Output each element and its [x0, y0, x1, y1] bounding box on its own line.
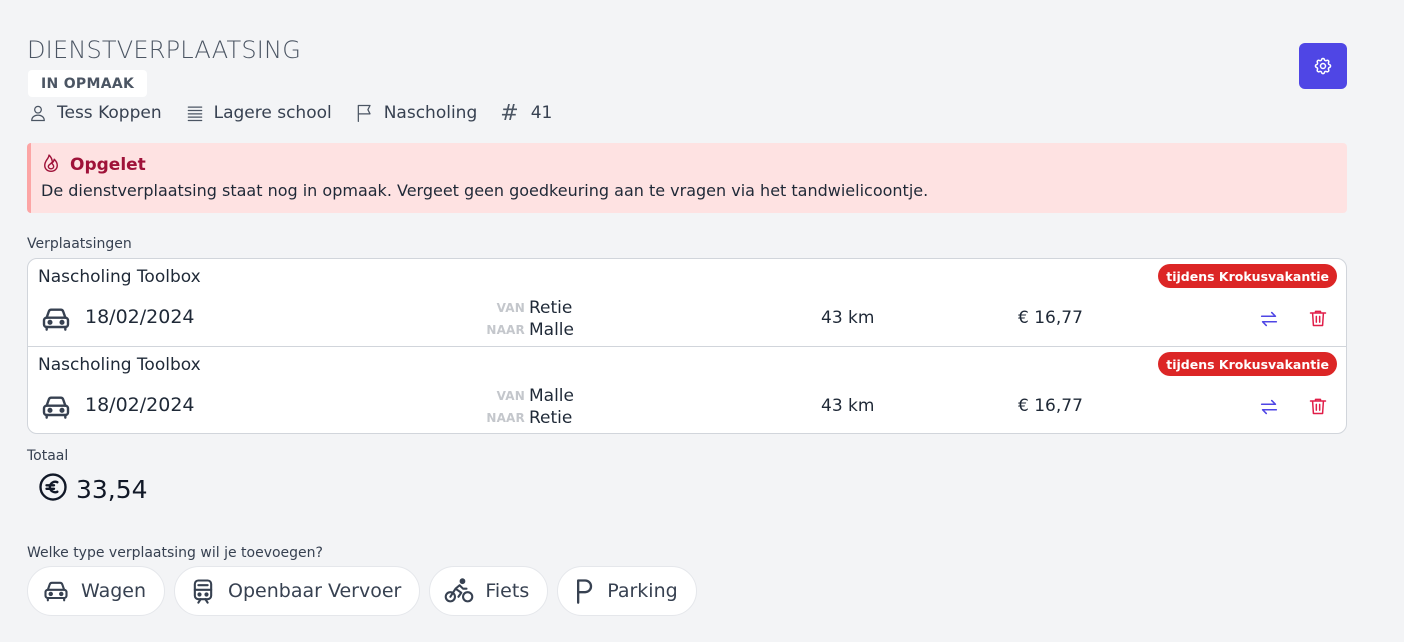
add-bicycle-label: Fiets: [485, 580, 530, 602]
trip-cost: € 16,77: [1018, 308, 1083, 328]
trip-title: Nascholing Toolbox: [38, 355, 201, 375]
alert-banner: Opgelet De dienstverplaatsing staat nog …: [27, 143, 1347, 213]
route-from: Retie: [529, 298, 573, 318]
alert-title: Opgelet: [70, 155, 146, 175]
list-stack-icon: [185, 103, 205, 123]
trip-route: VAN Retie NAAR Malle: [468, 297, 618, 341]
hashtag-icon: #: [500, 100, 519, 126]
number-value: 41: [530, 103, 553, 123]
route-to-label: NAAR: [486, 411, 525, 425]
route-to-label: NAAR: [486, 323, 525, 337]
trip-list: Nascholing Toolbox tijdens Krokusvakanti…: [27, 258, 1347, 434]
add-public-transport-label: Openbaar Vervoer: [228, 580, 402, 602]
route-from-label: VAN: [496, 389, 525, 403]
add-parking-label: Parking: [607, 580, 678, 602]
category-name: Nascholing: [383, 103, 478, 123]
fire-icon: [41, 153, 61, 177]
meta-number: # 41: [500, 101, 552, 126]
vacation-badge: tijdens Krokusvakantie: [1158, 352, 1337, 376]
trip-distance: 43 km: [821, 308, 875, 328]
total-value: 33,54: [76, 474, 148, 504]
add-car-button[interactable]: Wagen: [27, 566, 166, 616]
add-bicycle-button[interactable]: Fiets: [429, 566, 549, 616]
car-icon: [42, 577, 70, 605]
status-badge: IN OPMAAK: [28, 70, 148, 97]
trip-row[interactable]: Nascholing Toolbox tijdens Krokusvakanti…: [28, 346, 1346, 433]
car-icon: [40, 391, 72, 427]
add-public-transport-button[interactable]: Openbaar Vervoer: [174, 566, 421, 616]
delete-trip-button[interactable]: [1306, 306, 1330, 330]
trip-route: VAN Malle NAAR Retie: [468, 385, 618, 429]
trip-cost: € 16,77: [1018, 396, 1083, 416]
route-to: Retie: [529, 408, 573, 428]
trips-label: Verplaatsingen: [27, 236, 132, 252]
vacation-badge: tijdens Krokusvakantie: [1158, 264, 1337, 288]
flag-icon: [355, 103, 375, 123]
user-icon: [28, 103, 48, 123]
trip-date: 18/02/2024: [85, 394, 195, 416]
gear-icon: [1314, 57, 1332, 75]
trip-distance: 43 km: [821, 396, 875, 416]
trash-icon: [1309, 398, 1327, 415]
add-parking-button[interactable]: Parking: [557, 566, 697, 616]
car-icon: [40, 303, 72, 339]
total-label: Totaal: [27, 448, 69, 464]
add-options: Wagen Openbaar Vervoer Fiets Parking: [27, 566, 706, 616]
trip-title: Nascholing Toolbox: [38, 267, 201, 287]
school-name: Lagere school: [213, 103, 332, 123]
euro-icon: [38, 472, 68, 506]
route-from: Malle: [529, 386, 574, 406]
trip-row[interactable]: Nascholing Toolbox tijdens Krokusvakanti…: [28, 259, 1346, 346]
trash-icon: [1309, 310, 1327, 327]
alert-message: De dienstverplaatsing staat nog in opmaa…: [41, 181, 929, 200]
add-question: Welke type verplaatsing wil je toevoegen…: [27, 545, 323, 561]
trip-date: 18/02/2024: [85, 306, 195, 328]
swap-arrows-icon: [1260, 311, 1278, 327]
person-name: Tess Koppen: [57, 103, 162, 123]
bicycle-icon: [444, 577, 474, 605]
parking-icon: [572, 577, 596, 605]
delete-trip-button[interactable]: [1306, 394, 1330, 418]
meta-school: Lagere school: [185, 103, 332, 123]
route-to: Malle: [529, 320, 574, 340]
total-amount: 33,54: [38, 472, 148, 506]
swap-route-button[interactable]: [1257, 307, 1281, 331]
settings-button[interactable]: [1299, 43, 1347, 89]
train-icon: [189, 577, 217, 605]
page-title: DIENSTVERPLAATSING: [27, 36, 301, 64]
swap-route-button[interactable]: [1257, 395, 1281, 419]
swap-arrows-icon: [1260, 399, 1278, 415]
route-from-label: VAN: [496, 301, 525, 315]
meta-row: Tess Koppen Lagere school Nascholing # 4…: [28, 100, 575, 126]
meta-person: Tess Koppen: [28, 103, 162, 123]
meta-category: Nascholing: [355, 103, 478, 123]
add-car-label: Wagen: [81, 580, 147, 602]
